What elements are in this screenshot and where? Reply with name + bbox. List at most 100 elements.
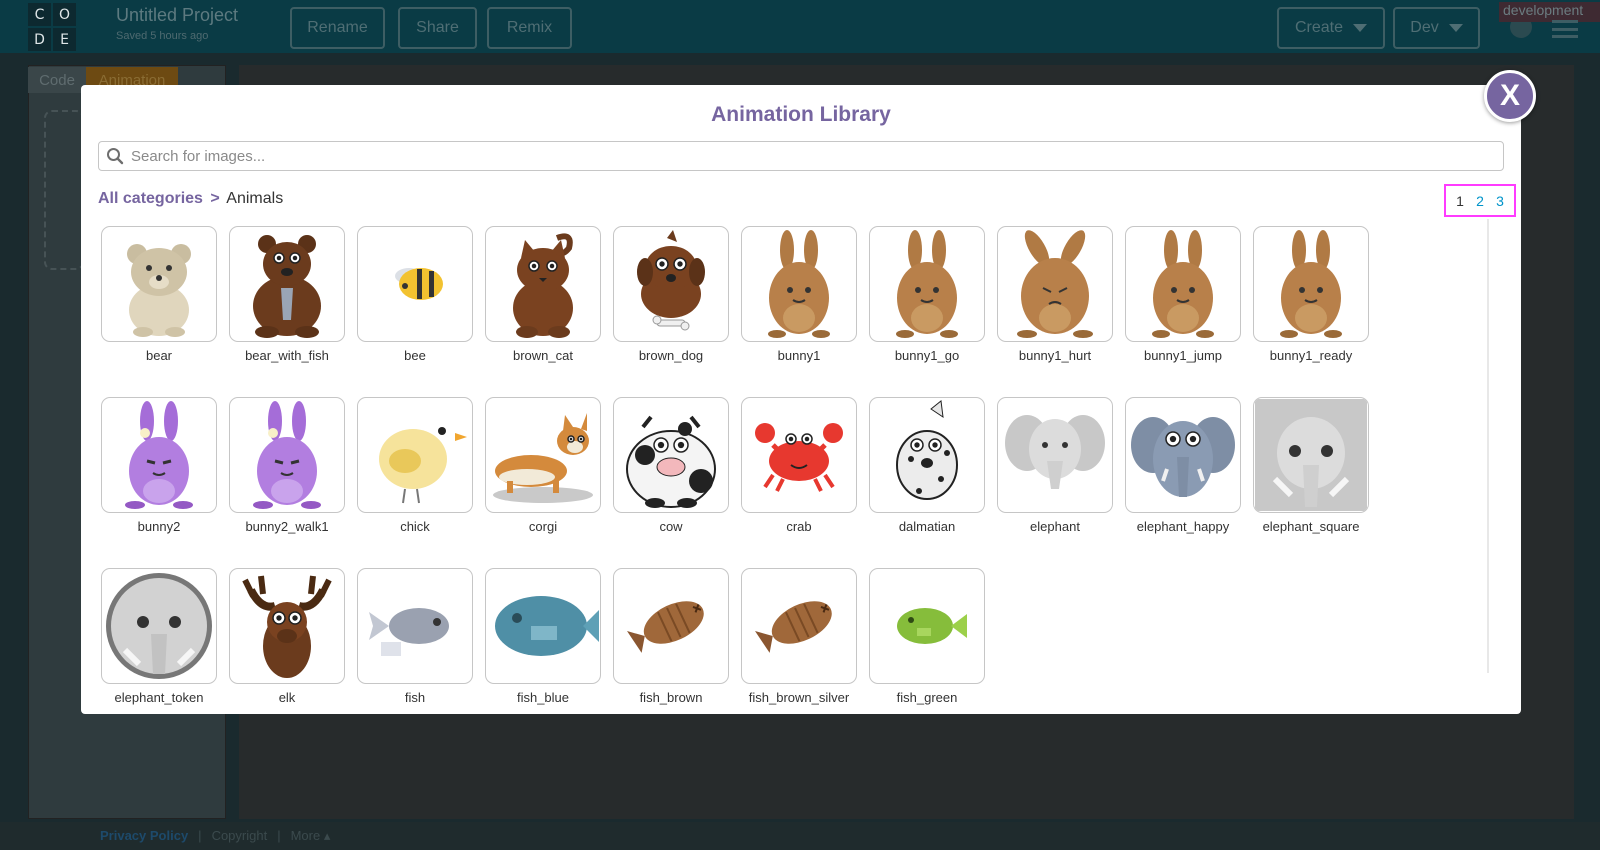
create-dropdown[interactable]: Create — [1277, 7, 1385, 49]
animation-thumbnail[interactable] — [1125, 397, 1241, 513]
animation-thumbnail[interactable] — [485, 568, 601, 684]
animation-thumbnail[interactable] — [997, 226, 1113, 342]
animation-tile[interactable]: bunny1_jump — [1125, 226, 1241, 363]
bunny-icon — [1280, 230, 1342, 338]
animation-thumbnail[interactable] — [613, 226, 729, 342]
animation-thumbnail[interactable] — [613, 397, 729, 513]
fish-bone-icon — [627, 601, 704, 653]
animation-tile[interactable]: fish — [357, 568, 473, 705]
animation-thumbnail[interactable] — [357, 226, 473, 342]
animation-thumbnail[interactable] — [229, 397, 345, 513]
copyright-link[interactable]: Copyright — [212, 828, 268, 844]
search-input[interactable] — [131, 143, 1503, 169]
tab-code[interactable]: Code — [28, 67, 86, 93]
elephant-token-icon — [106, 573, 212, 679]
animation-tile[interactable]: elk — [229, 568, 345, 705]
footer-links: Privacy Policy | Copyright | More ▴ — [100, 828, 330, 844]
animation-thumbnail[interactable] — [101, 397, 217, 513]
scrollbar[interactable] — [1487, 219, 1489, 673]
animation-name: bunny2 — [137, 519, 181, 534]
animation-tile[interactable]: bunny2 — [101, 397, 217, 534]
animation-tile[interactable]: bunny1_hurt — [997, 226, 1113, 363]
share-button[interactable]: Share — [398, 7, 477, 49]
animation-name: crab — [786, 519, 812, 534]
animation-thumbnail[interactable] — [485, 397, 601, 513]
animation-thumbnail[interactable] — [101, 568, 217, 684]
animation-thumbnail[interactable] — [485, 226, 601, 342]
dev-dropdown[interactable]: Dev — [1393, 7, 1480, 49]
animation-name: fish_blue — [516, 690, 570, 705]
rename-button[interactable]: Rename — [290, 7, 385, 49]
animation-tile[interactable]: bunny1 — [741, 226, 857, 363]
elephant-square-icon — [1255, 399, 1367, 511]
animation-name: elephant_happy — [1136, 519, 1230, 534]
code-org-logo[interactable]: C O D E — [28, 3, 76, 51]
animation-tile[interactable]: elephant_square — [1253, 397, 1369, 534]
animation-tile[interactable]: bunny1_go — [869, 226, 985, 363]
animation-thumbnail[interactable] — [357, 397, 473, 513]
animation-thumbnail[interactable] — [613, 568, 729, 684]
animation-thumbnail[interactable] — [869, 226, 985, 342]
create-label: Create — [1294, 19, 1344, 36]
animation-tile[interactable]: bear_with_fish — [229, 226, 345, 363]
crab-icon — [755, 423, 843, 492]
animation-tile[interactable]: chick — [357, 397, 473, 534]
bunny-icon — [768, 230, 830, 338]
animation-thumbnail[interactable] — [741, 397, 857, 513]
chick-icon — [379, 425, 467, 504]
animation-tile[interactable]: cow — [613, 397, 729, 534]
animation-tile[interactable]: fish_blue — [485, 568, 601, 705]
close-button[interactable]: X — [1484, 70, 1536, 122]
animation-tile[interactable]: crab — [741, 397, 857, 534]
bunny-icon — [896, 230, 958, 338]
animation-thumbnail[interactable] — [101, 226, 217, 342]
animation-tile[interactable]: bunny2_walk1 — [229, 397, 345, 534]
animation-name: fish — [404, 690, 426, 705]
animation-tile[interactable]: bear — [101, 226, 217, 363]
hamburger-menu-icon[interactable] — [1552, 20, 1578, 38]
animation-tile[interactable]: brown_dog — [613, 226, 729, 363]
elephant-happy-icon — [1131, 417, 1235, 497]
animation-tile[interactable]: brown_cat — [485, 226, 601, 363]
animation-thumbnail[interactable] — [741, 568, 857, 684]
privacy-policy-link[interactable]: Privacy Policy — [100, 828, 188, 844]
search-icon — [99, 142, 131, 170]
fish-blue-icon — [495, 596, 599, 656]
animation-tile[interactable]: bunny1_ready — [1253, 226, 1369, 363]
animation-tile[interactable]: fish_green — [869, 568, 985, 705]
animation-tile[interactable]: elephant — [997, 397, 1113, 534]
animation-thumbnail[interactable] — [229, 568, 345, 684]
animation-thumbnail[interactable] — [357, 568, 473, 684]
animation-tile[interactable]: corgi — [485, 397, 601, 534]
animation-tile[interactable]: elephant_token — [101, 568, 217, 705]
page-1-link[interactable]: 1 — [1456, 193, 1464, 209]
dev-label: Dev — [1410, 19, 1439, 36]
dog-icon — [637, 230, 705, 331]
animation-thumbnail[interactable] — [229, 226, 345, 342]
animation-thumbnail[interactable] — [1125, 226, 1241, 342]
animation-name: elk — [278, 690, 296, 705]
remix-button[interactable]: Remix — [487, 7, 572, 49]
new-animation-placeholder[interactable] — [44, 110, 84, 270]
bunny-hurt-icon — [1017, 230, 1093, 338]
animation-thumbnail[interactable] — [1253, 226, 1369, 342]
breadcrumb-all-categories[interactable]: All categories — [98, 190, 203, 207]
animation-thumbnail[interactable] — [997, 397, 1113, 513]
page-3-link[interactable]: 3 — [1496, 193, 1504, 209]
logo-letter: C — [28, 3, 51, 26]
animation-name: bunny1 — [777, 348, 821, 363]
page-2-link[interactable]: 2 — [1476, 193, 1484, 209]
animation-tile[interactable]: elephant_happy — [1125, 397, 1241, 534]
bunny-icon — [1152, 230, 1214, 338]
animation-thumbnail[interactable] — [869, 397, 985, 513]
more-link[interactable]: More ▴ — [291, 828, 331, 844]
animation-tile[interactable]: bee — [357, 226, 473, 363]
animation-tile[interactable]: fish_brown — [613, 568, 729, 705]
animation-tile[interactable]: dalmatian — [869, 397, 985, 534]
animation-thumbnail[interactable] — [869, 568, 985, 684]
bee-icon — [395, 268, 443, 300]
caret-down-icon — [1448, 24, 1463, 32]
animation-thumbnail[interactable] — [1253, 397, 1369, 513]
animation-tile[interactable]: fish_brown_silver — [741, 568, 857, 705]
animation-thumbnail[interactable] — [741, 226, 857, 342]
